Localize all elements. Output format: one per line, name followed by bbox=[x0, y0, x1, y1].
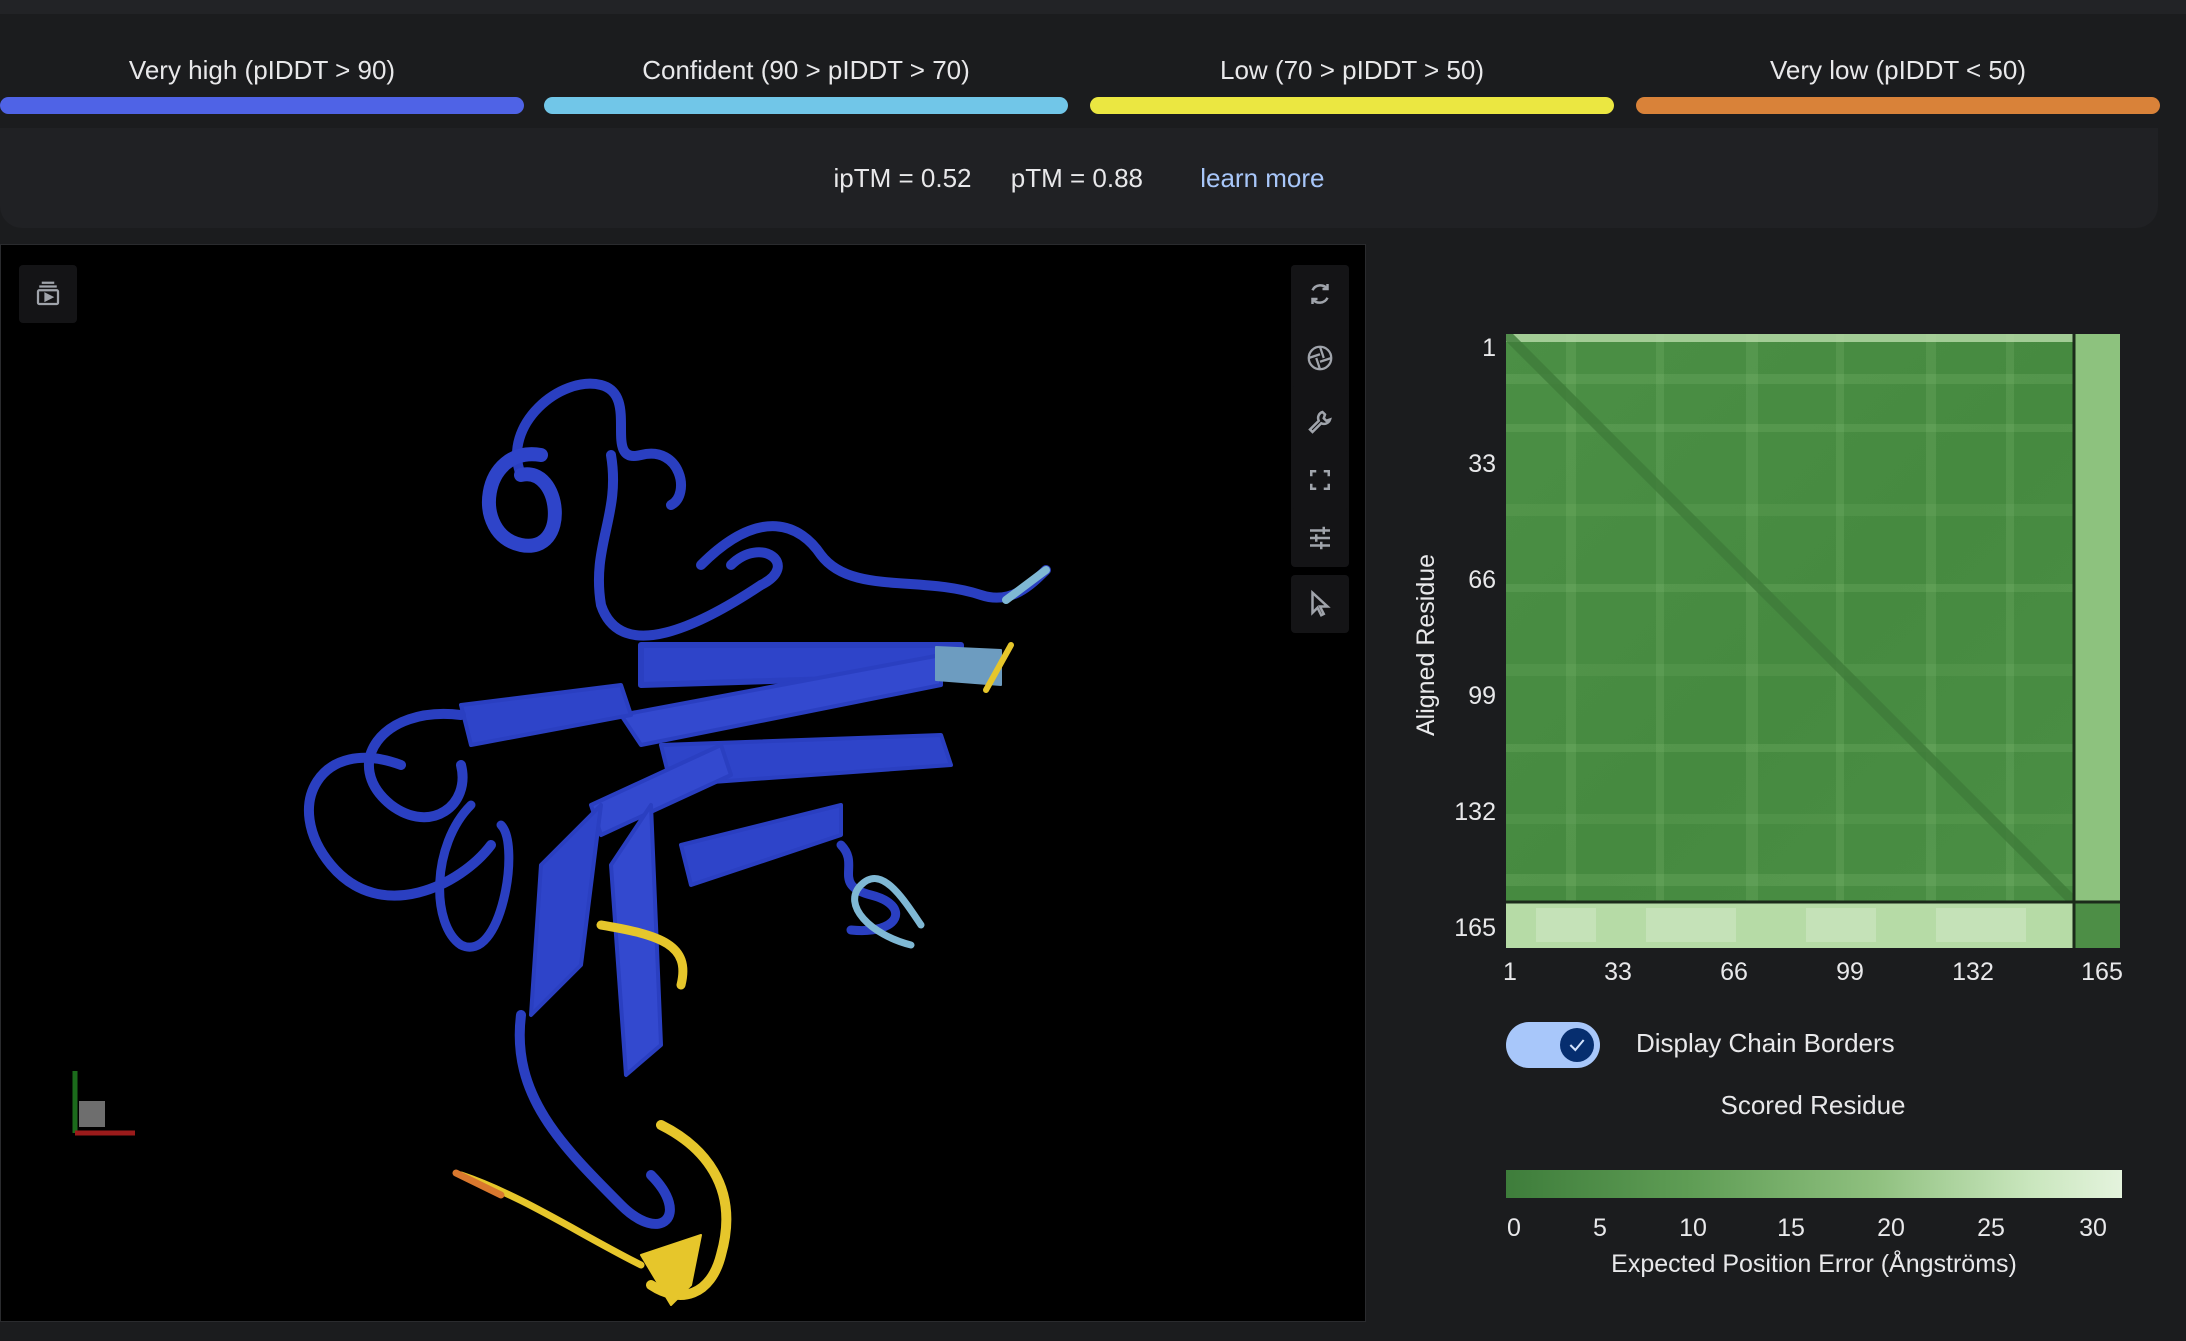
y-tick: 99 bbox=[1468, 682, 1496, 710]
toggle-knob bbox=[1560, 1028, 1594, 1062]
pae-x-axis-label: Scored Residue bbox=[1720, 1090, 1906, 1120]
legend-very-low: Very low (pIDDT < 50) bbox=[1636, 40, 2160, 114]
chain-b-cols bbox=[2074, 334, 2120, 902]
structure-viewer[interactable] bbox=[0, 244, 1366, 1322]
legend-confident: Confident (90 > pIDDT > 70) bbox=[544, 40, 1068, 114]
colorbar-tick: 15 bbox=[1777, 1214, 1805, 1242]
x-tick: 165 bbox=[2081, 958, 2123, 986]
iptm-value: ipTM = 0.52 bbox=[833, 163, 972, 193]
top-strip bbox=[0, 0, 2186, 14]
metrics-panel: ipTM = 0.52 pTM = 0.88 learn more bbox=[0, 128, 2158, 228]
protein-structure bbox=[72, 378, 1051, 1306]
axes-indicator bbox=[72, 1071, 135, 1136]
y-tick: 66 bbox=[1468, 566, 1496, 594]
ptm-value: pTM = 0.88 bbox=[1010, 163, 1143, 193]
legend-label: Low (70 > pIDDT > 50) bbox=[1220, 55, 1484, 85]
legend-label: Very high (pIDDT > 90) bbox=[128, 55, 396, 85]
legend-label: Confident (90 > pIDDT > 70) bbox=[642, 55, 970, 85]
pae-colorbar bbox=[1506, 1170, 2122, 1198]
loop-end-very-low bbox=[452, 1169, 505, 1199]
x-tick: 33 bbox=[1604, 958, 1632, 986]
legend-very-high: Very high (pIDDT > 90) bbox=[0, 40, 524, 114]
y-tick: 1 bbox=[1482, 334, 1496, 362]
loop-strand bbox=[364, 708, 468, 823]
colorbar-title: Expected Position Error (Ångströms) bbox=[1611, 1250, 2017, 1278]
colorbar-tick: 0 bbox=[1507, 1214, 1521, 1242]
colorbar-tick: 30 bbox=[2079, 1214, 2107, 1242]
colorbar-tick: 10 bbox=[1679, 1214, 1707, 1242]
loop-end-confident bbox=[1002, 566, 1050, 604]
plddt-legend: Very high (pIDDT > 90) Confident (90 > p… bbox=[0, 40, 2162, 120]
legend-bar bbox=[0, 97, 524, 114]
x-tick: 132 bbox=[1952, 958, 1994, 986]
colorbar-tick: 25 bbox=[1977, 1214, 2005, 1242]
legend-label: Very low (pIDDT < 50) bbox=[1769, 55, 2026, 85]
checkmark-icon bbox=[1569, 1039, 1585, 1052]
chain-borders-label: Display Chain Borders bbox=[1636, 1028, 1895, 1058]
helix bbox=[482, 447, 562, 553]
loop-strand bbox=[593, 450, 783, 641]
beta-sheet bbox=[529, 803, 603, 1017]
x-tick: 66 bbox=[1720, 958, 1748, 986]
y-tick: 132 bbox=[1454, 798, 1496, 826]
x-tick: 1 bbox=[1503, 958, 1517, 986]
chain-b-block bbox=[2074, 902, 2120, 948]
legend-low: Low (70 > pIDDT > 50) bbox=[1090, 40, 1614, 114]
legend-bar bbox=[1090, 97, 1614, 114]
legend-bar bbox=[544, 97, 1068, 114]
beta-sheet bbox=[589, 743, 733, 837]
x-tick: 99 bbox=[1836, 958, 1864, 986]
colorbar-tick: 5 bbox=[1593, 1214, 1607, 1242]
learn-more-link[interactable]: learn more bbox=[1200, 163, 1324, 193]
colorbar-tick: 20 bbox=[1877, 1214, 1905, 1242]
y-tick: 165 bbox=[1454, 914, 1496, 942]
pae-heatmap[interactable] bbox=[1506, 334, 2120, 948]
beta-sheet bbox=[679, 803, 843, 887]
beta-sheet bbox=[459, 683, 633, 747]
pae-y-axis-label: Aligned Residue bbox=[1412, 553, 1440, 736]
legend-bar bbox=[1636, 97, 2160, 114]
metrics-row: ipTM = 0.52 pTM = 0.88 learn more bbox=[0, 128, 2158, 228]
chain-borders-toggle[interactable] bbox=[1506, 1022, 1600, 1068]
y-tick: 33 bbox=[1468, 450, 1496, 478]
